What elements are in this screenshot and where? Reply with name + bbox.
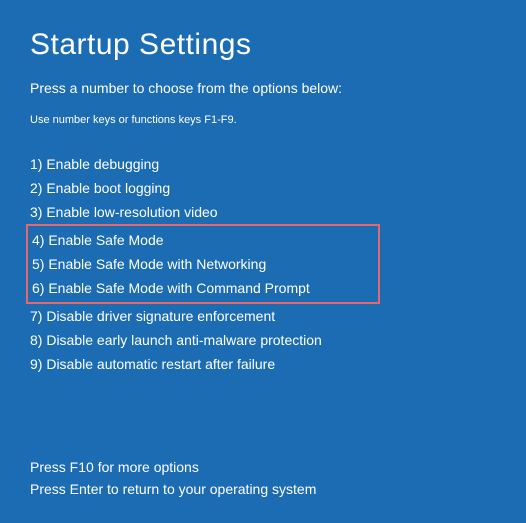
option-4[interactable]: 4) Enable Safe Mode bbox=[32, 228, 374, 252]
page-title: Startup Settings bbox=[30, 28, 496, 62]
option-7[interactable]: 7) Disable driver signature enforcement bbox=[30, 304, 496, 328]
option-8[interactable]: 8) Disable early launch anti-malware pro… bbox=[30, 328, 496, 352]
return-hint: Press Enter to return to your operating … bbox=[30, 478, 496, 500]
option-1[interactable]: 1) Enable debugging bbox=[30, 152, 496, 176]
more-options-hint: Press F10 for more options bbox=[30, 456, 496, 478]
option-6[interactable]: 6) Enable Safe Mode with Command Prompt bbox=[32, 276, 374, 300]
option-2[interactable]: 2) Enable boot logging bbox=[30, 176, 496, 200]
option-5[interactable]: 5) Enable Safe Mode with Networking bbox=[32, 252, 374, 276]
instructions: Press a number to choose from the option… bbox=[30, 80, 496, 96]
option-9[interactable]: 9) Disable automatic restart after failu… bbox=[30, 352, 496, 376]
key-hint: Use number keys or functions keys F1-F9. bbox=[30, 114, 496, 126]
option-3[interactable]: 3) Enable low-resolution video bbox=[30, 200, 496, 224]
boot-options-list: 1) Enable debugging 2) Enable boot loggi… bbox=[30, 152, 496, 376]
safe-mode-highlight: 4) Enable Safe Mode 5) Enable Safe Mode … bbox=[26, 224, 380, 304]
